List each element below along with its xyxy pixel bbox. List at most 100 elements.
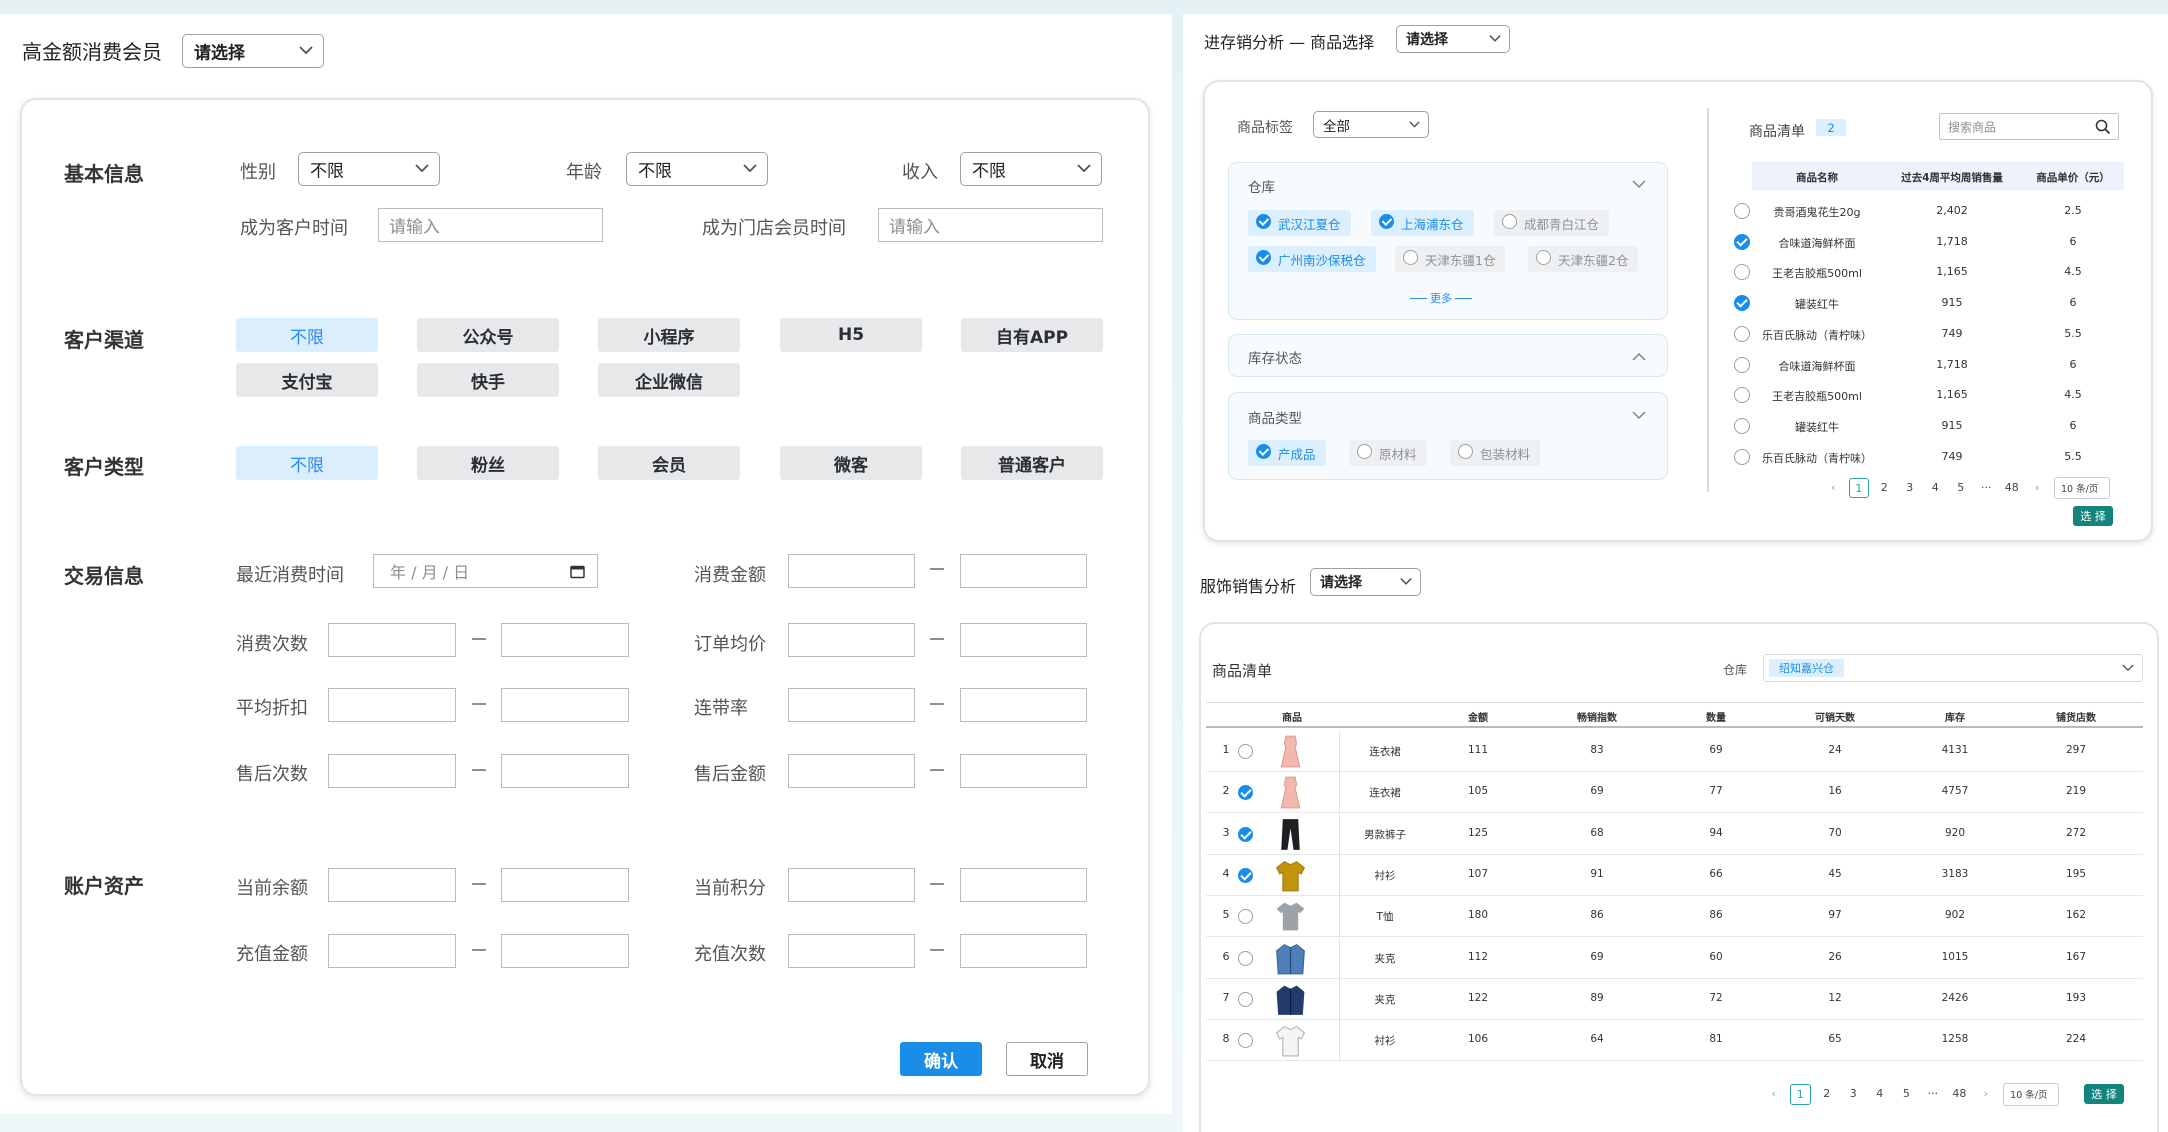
page-button[interactable]: 5 <box>1893 1087 1920 1100</box>
unchecked-icon[interactable] <box>1734 264 1750 281</box>
product-table-row[interactable]: 乐百氏脉动（青柠味） 749 5.5 <box>1728 319 2128 349</box>
search-icon[interactable] <box>2095 119 2111 135</box>
balance-max[interactable] <box>501 868 629 902</box>
type-chip-unlimited[interactable]: 不限 <box>236 446 378 480</box>
chevron-up-icon[interactable] <box>1632 352 1646 361</box>
page-button[interactable]: ··· <box>1920 1087 1947 1100</box>
recharge-count-max[interactable] <box>960 934 1087 968</box>
points-min[interactable] <box>788 868 915 902</box>
checked-icon[interactable] <box>1238 867 1253 883</box>
type-chip-regular[interactable]: 普通客户 <box>961 446 1103 480</box>
recharge-amount-min[interactable] <box>328 934 456 968</box>
unchecked-icon[interactable] <box>1734 417 1750 434</box>
unchecked-icon[interactable] <box>1238 950 1253 966</box>
avg-discount-max[interactable] <box>501 688 629 722</box>
apparel-table-row[interactable]: 3 男款裤子 125 68 94 70 920 272 <box>1206 813 2143 855</box>
apparel-table-row[interactable]: 4 衬衫 107 91 66 45 3183 195 <box>1206 854 2143 896</box>
balance-min[interactable] <box>328 868 456 902</box>
page-button[interactable]: 2 <box>1872 481 1898 494</box>
checked-icon[interactable] <box>1238 785 1253 801</box>
inventory-title-select[interactable]: 请选择 <box>1396 25 1510 53</box>
after-sale-amount-min[interactable] <box>788 754 915 788</box>
next-page-icon[interactable]: › <box>1973 1087 2000 1100</box>
type-chip-member[interactable]: 会员 <box>598 446 740 480</box>
unchecked-icon[interactable] <box>1734 356 1750 373</box>
recent-consume-date-input[interactable]: 年 / 月 / 日 <box>373 554 598 588</box>
prev-page-icon[interactable]: ‹ <box>1821 481 1847 494</box>
avg-order-price-min[interactable] <box>788 623 915 657</box>
channel-chip-h5[interactable]: H5 <box>780 318 922 352</box>
apparel-warehouse-select[interactable]: 绍知嘉兴仓 <box>1763 654 2143 682</box>
page-button[interactable]: 4 <box>1867 1087 1894 1100</box>
page-button[interactable]: 4 <box>1923 481 1949 494</box>
product-select-button[interactable]: 选 择 <box>2073 506 2113 526</box>
age-select[interactable]: 不限 <box>626 152 768 186</box>
channel-chip-mini-program[interactable]: 小程序 <box>598 318 740 352</box>
warehouse-tag-tianjin-2[interactable]: 天津东疆2仓 <box>1528 246 1639 272</box>
product-tag-select[interactable]: 全部 <box>1313 111 1429 138</box>
recharge-count-min[interactable] <box>788 934 915 968</box>
apparel-table-row[interactable]: 5 T恤 180 86 86 97 902 162 <box>1206 896 2143 938</box>
cancel-button[interactable]: 取消 <box>1006 1042 1088 1076</box>
product-table-row[interactable]: 贵哥酒鬼花生20g 2,402 2.5 <box>1728 196 2128 226</box>
consume-count-min[interactable] <box>328 623 456 657</box>
product-table-row[interactable]: 王老吉胶瓶500ml 1,165 4.5 <box>1728 257 2128 287</box>
checked-icon[interactable] <box>1734 233 1750 250</box>
member-time-input[interactable]: 请输入 <box>878 208 1103 242</box>
channel-chip-own-app[interactable]: 自有APP <box>961 318 1103 352</box>
avg-discount-min[interactable] <box>328 688 456 722</box>
apparel-table-row[interactable]: 7 夹克 122 89 72 12 2426 193 <box>1206 978 2143 1020</box>
unchecked-icon[interactable] <box>1734 387 1750 404</box>
page-button[interactable]: 48 <box>1946 1087 1973 1100</box>
avg-order-price-max[interactable] <box>960 623 1087 657</box>
warehouse-tag-chengdu[interactable]: 成都青白江仓 <box>1494 210 1610 236</box>
type-tag-finished[interactable]: 产成品 <box>1248 440 1326 466</box>
prev-page-icon[interactable]: ‹ <box>1760 1087 1787 1100</box>
consume-amount-max[interactable] <box>960 554 1087 588</box>
unchecked-icon[interactable] <box>1238 744 1253 759</box>
gender-select[interactable]: 不限 <box>298 152 440 186</box>
product-table-row[interactable]: 王老吉胶瓶500ml 1,165 4.5 <box>1728 380 2128 410</box>
joint-rate-max[interactable] <box>960 688 1087 722</box>
consume-amount-min[interactable] <box>788 554 915 588</box>
recharge-amount-max[interactable] <box>501 934 629 968</box>
product-table-row[interactable]: 乐百氏脉动（青柠味） 749 5.5 <box>1728 442 2128 472</box>
unchecked-icon[interactable] <box>1238 909 1253 925</box>
type-tag-packaging[interactable]: 包装材料 <box>1450 440 1541 466</box>
unchecked-icon[interactable] <box>1734 448 1750 465</box>
type-chip-fans[interactable]: 粉丝 <box>417 446 559 480</box>
product-table-row[interactable]: 合味道海鲜杯面 1,718 6 <box>1728 227 2128 257</box>
apparel-table-row[interactable]: 6 夹克 112 69 60 26 1015 167 <box>1206 937 2143 979</box>
page-button[interactable]: 3 <box>1840 1087 1867 1100</box>
points-max[interactable] <box>960 868 1087 902</box>
chevron-down-icon[interactable] <box>1632 411 1646 420</box>
type-tag-raw[interactable]: 原材料 <box>1349 440 1427 466</box>
warehouse-more-link[interactable]: 更多 <box>1410 290 1472 306</box>
channel-chip-unlimited[interactable]: 不限 <box>236 318 378 352</box>
product-table-row[interactable]: 罐装红牛 915 6 <box>1728 411 2128 441</box>
customer-time-input[interactable]: 请输入 <box>378 208 603 242</box>
unchecked-icon[interactable] <box>1734 325 1750 342</box>
product-search-input[interactable]: 搜索商品 <box>1939 113 2119 140</box>
page-button[interactable]: 2 <box>1814 1087 1841 1100</box>
confirm-button[interactable]: 确认 <box>900 1042 982 1076</box>
next-page-icon[interactable]: › <box>2025 481 2051 494</box>
calendar-icon[interactable] <box>570 564 585 579</box>
income-select[interactable]: 不限 <box>960 152 1102 186</box>
checked-icon[interactable] <box>1734 295 1750 312</box>
checked-icon[interactable] <box>1238 826 1253 842</box>
warehouse-tag-shanghai[interactable]: 上海浦东仓 <box>1371 210 1474 236</box>
apparel-table-row[interactable]: 2 连衣裙 105 69 77 16 4757 219 <box>1206 772 2143 814</box>
page-button[interactable]: 3 <box>1897 481 1923 494</box>
page-button[interactable]: 5 <box>1948 481 1974 494</box>
page-button[interactable]: 48 <box>1999 481 2025 494</box>
warehouse-tag-guangzhou[interactable]: 广州南沙保税仓 <box>1248 246 1376 272</box>
channel-chip-wecom[interactable]: 企业微信 <box>598 363 740 397</box>
page-button-current[interactable]: 1 <box>1849 478 1869 498</box>
after-sale-count-max[interactable] <box>501 754 629 788</box>
left-title-select[interactable]: 请选择 <box>182 34 324 68</box>
joint-rate-min[interactable] <box>788 688 915 722</box>
type-chip-weike[interactable]: 微客 <box>780 446 922 480</box>
page-button[interactable]: ··· <box>1974 481 2000 494</box>
page-button-current[interactable]: 1 <box>1790 1084 1811 1105</box>
